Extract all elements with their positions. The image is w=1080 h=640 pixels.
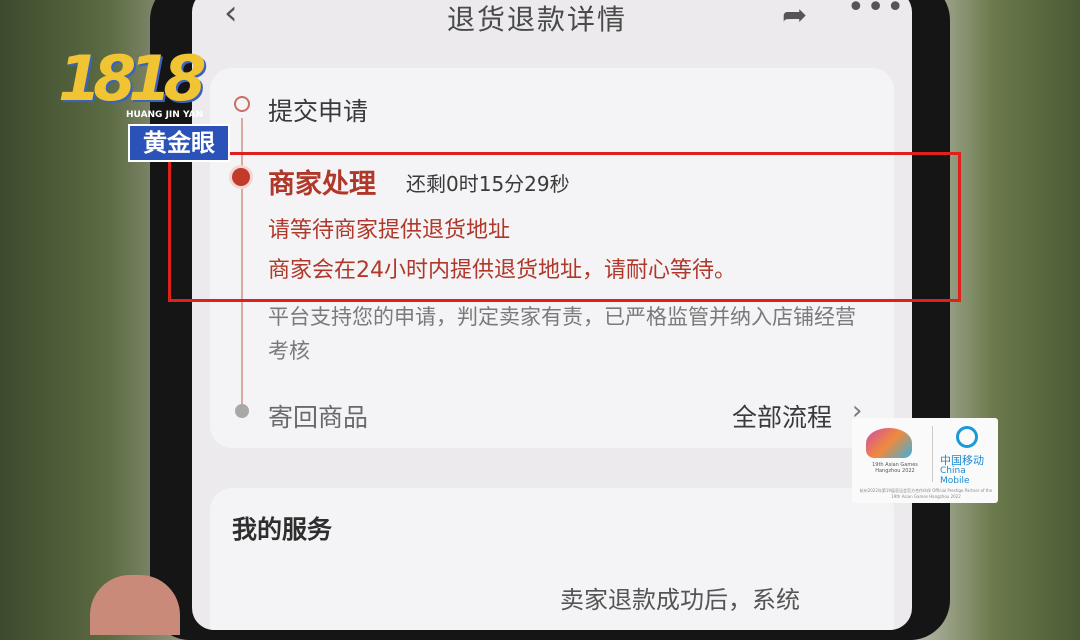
services-title: 我的服务	[232, 515, 333, 544]
services-text: 卖家退款成功后，系统	[560, 586, 800, 614]
sponsor-badge: 19th Asian Games Hangzhou 2022 中国移动 Chin…	[852, 418, 998, 503]
sponsor-name-en: China Mobile	[940, 466, 970, 486]
sponsor-games-text: 19th Asian Games Hangzhou 2022	[872, 462, 918, 474]
top-bar: ‹ 退货退款详情 ➦ •••	[192, 0, 912, 40]
sponsor-footnote: 杭州2022年第19届亚运会官方合作伙伴 Official Prestige P…	[859, 488, 993, 499]
more-icon[interactable]: •••	[847, 0, 906, 25]
logo-chinese: 黄金眼	[128, 124, 230, 162]
timeline-dot-done	[234, 96, 250, 112]
logo-english: HUANG JIN YAN	[126, 110, 204, 120]
china-mobile-icon	[956, 426, 978, 448]
channel-logo: 1818 HUANG JIN YAN 黄金眼	[58, 42, 230, 162]
logo-number: 1818	[58, 42, 207, 115]
sponsor-divider	[932, 426, 933, 482]
phone-screen: ‹ 退货退款详情 ➦ ••• 提交申请 商家处理 还剩0时15分29秒 请等待商…	[192, 0, 912, 630]
step-submit-request: 提交申请	[268, 97, 369, 126]
share-icon[interactable]: ➦	[782, 0, 807, 33]
all-flow-link[interactable]: 全部流程	[732, 398, 832, 434]
highlight-box	[168, 152, 961, 302]
chevron-left-icon[interactable]: ‹	[224, 0, 238, 30]
step-return-goods: 寄回商品	[268, 403, 369, 432]
platform-note: 平台支持您的申请，判定卖家有责，已严格监管并纳入店铺经营考核	[268, 305, 856, 363]
page-title: 退货退款详情	[447, 3, 628, 36]
timeline-dot-pending	[235, 404, 249, 418]
asian-games-emblem-icon	[866, 428, 912, 458]
